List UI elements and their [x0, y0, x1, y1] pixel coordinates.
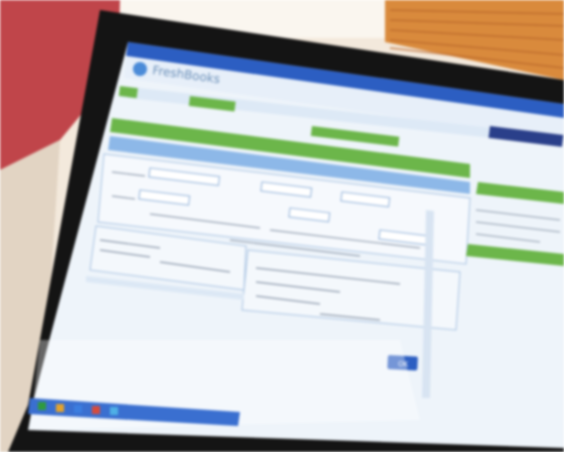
photo-scene: FreshBooks OK: [0, 0, 564, 452]
logo-icon: [133, 62, 147, 76]
monitor-photo: FreshBooks OK: [0, 0, 564, 452]
